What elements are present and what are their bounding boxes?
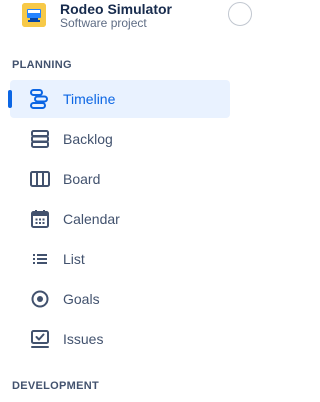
- project-name: Rodeo Simulator: [60, 1, 173, 17]
- nav-item-label: Backlog: [63, 131, 113, 147]
- nav-item-label: Timeline: [63, 91, 116, 107]
- nav-item-label: Goals: [63, 291, 100, 307]
- nav-item-label: List: [63, 251, 85, 267]
- backlog-icon: [29, 128, 51, 150]
- project-avatar-icon: [22, 3, 46, 27]
- nav-item-issues[interactable]: Issues: [10, 320, 230, 358]
- board-icon: [29, 168, 51, 190]
- list-icon: [29, 248, 51, 270]
- nav-item-label: Board: [63, 171, 101, 187]
- timeline-icon: [29, 88, 51, 110]
- calendar-icon: [29, 208, 51, 230]
- nav-item-label: Issues: [63, 331, 104, 347]
- goals-icon: [29, 288, 51, 310]
- selected-indicator: [8, 90, 12, 108]
- nav-item-board[interactable]: Board: [10, 160, 230, 198]
- issues-icon: [29, 328, 51, 350]
- project-type: Software project: [60, 16, 147, 30]
- nav-item-backlog[interactable]: Backlog: [10, 120, 230, 158]
- nav-item-calendar[interactable]: Calendar: [10, 200, 230, 238]
- nav-item-timeline[interactable]: Timeline: [8, 80, 230, 118]
- section-heading-planning: PLANNING: [12, 59, 72, 71]
- section-heading-development: DEVELOPMENT: [12, 380, 100, 392]
- nav-item-goals[interactable]: Goals: [10, 280, 230, 318]
- nav-item-label: Calendar: [63, 211, 120, 227]
- collapse-sidebar-button[interactable]: [228, 2, 252, 26]
- nav-item-list[interactable]: List: [10, 240, 230, 278]
- project-header[interactable]: Rodeo Simulator Software project: [0, 0, 233, 36]
